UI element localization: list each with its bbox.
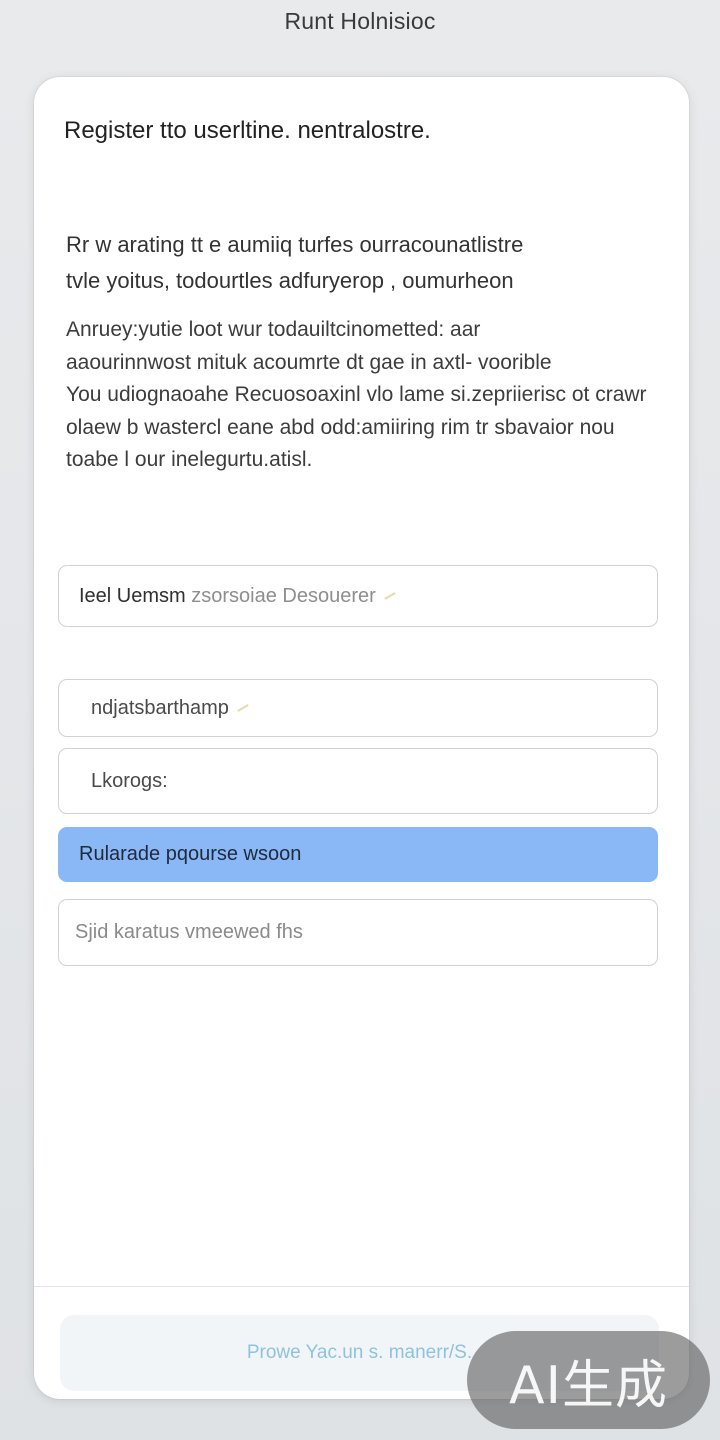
intro-line: tvle yoitus, todourtles adfuryerop , oum…	[66, 268, 514, 293]
field-value: ndjatsbarthamp	[91, 696, 229, 719]
ai-generated-watermark: AI生成	[467, 1331, 710, 1429]
field-value: Sjid karatus vmeewed fhs	[75, 921, 303, 943]
card-title: Register tto userltine. nentralostre.	[64, 117, 431, 144]
description-line: You udiognaoahe Recuosoaxinl vlo lame si…	[66, 383, 647, 406]
description-line: olaew b wastercl eane abd odd:amiiring r…	[66, 415, 615, 439]
field-hint: zsorsoiae Desouerer	[185, 584, 376, 607]
edit-icon	[237, 704, 249, 712]
footer-divider	[34, 1286, 689, 1287]
login-input[interactable]: Lkorogs:	[58, 748, 658, 814]
description-line: toabe l our inelegurtu.atisl.	[66, 448, 313, 471]
confirm-input[interactable]: Sjid karatus vmeewed fhs	[58, 899, 658, 966]
registration-card: Register tto userltine. nentralostre. Rr…	[34, 77, 689, 1399]
username-input[interactable]: ndjatsbarthamp	[58, 679, 658, 737]
field-text: Ieel Uemsm	[79, 584, 186, 607]
description-line: Anruey:yutie loot wur todauiltcinometted…	[66, 318, 481, 341]
field-value: Ieel Uemsm zsorsoiae Desouerer	[79, 585, 376, 608]
intro-text: Rr w arating tt e aumiiq turfes ourracou…	[66, 227, 661, 299]
password-input-focused[interactable]: Rularade pqourse wsoon	[58, 827, 658, 882]
app-title: Runt Holnisioc	[284, 8, 436, 34]
name-input[interactable]: Ieel Uemsm zsorsoiae Desouerer	[58, 565, 658, 627]
field-value: Rularade pqourse wsoon	[79, 843, 302, 865]
edit-icon	[384, 592, 396, 600]
description-text: Anruey:yutie loot wur todauiltcinometted…	[66, 314, 671, 477]
field-value: Lkorogs:	[91, 769, 168, 792]
intro-line: Rr w arating tt e aumiiq turfes ourracou…	[66, 232, 524, 257]
description-line: aaourinnwost mituk acoumrte dt gae in ax…	[66, 350, 552, 374]
